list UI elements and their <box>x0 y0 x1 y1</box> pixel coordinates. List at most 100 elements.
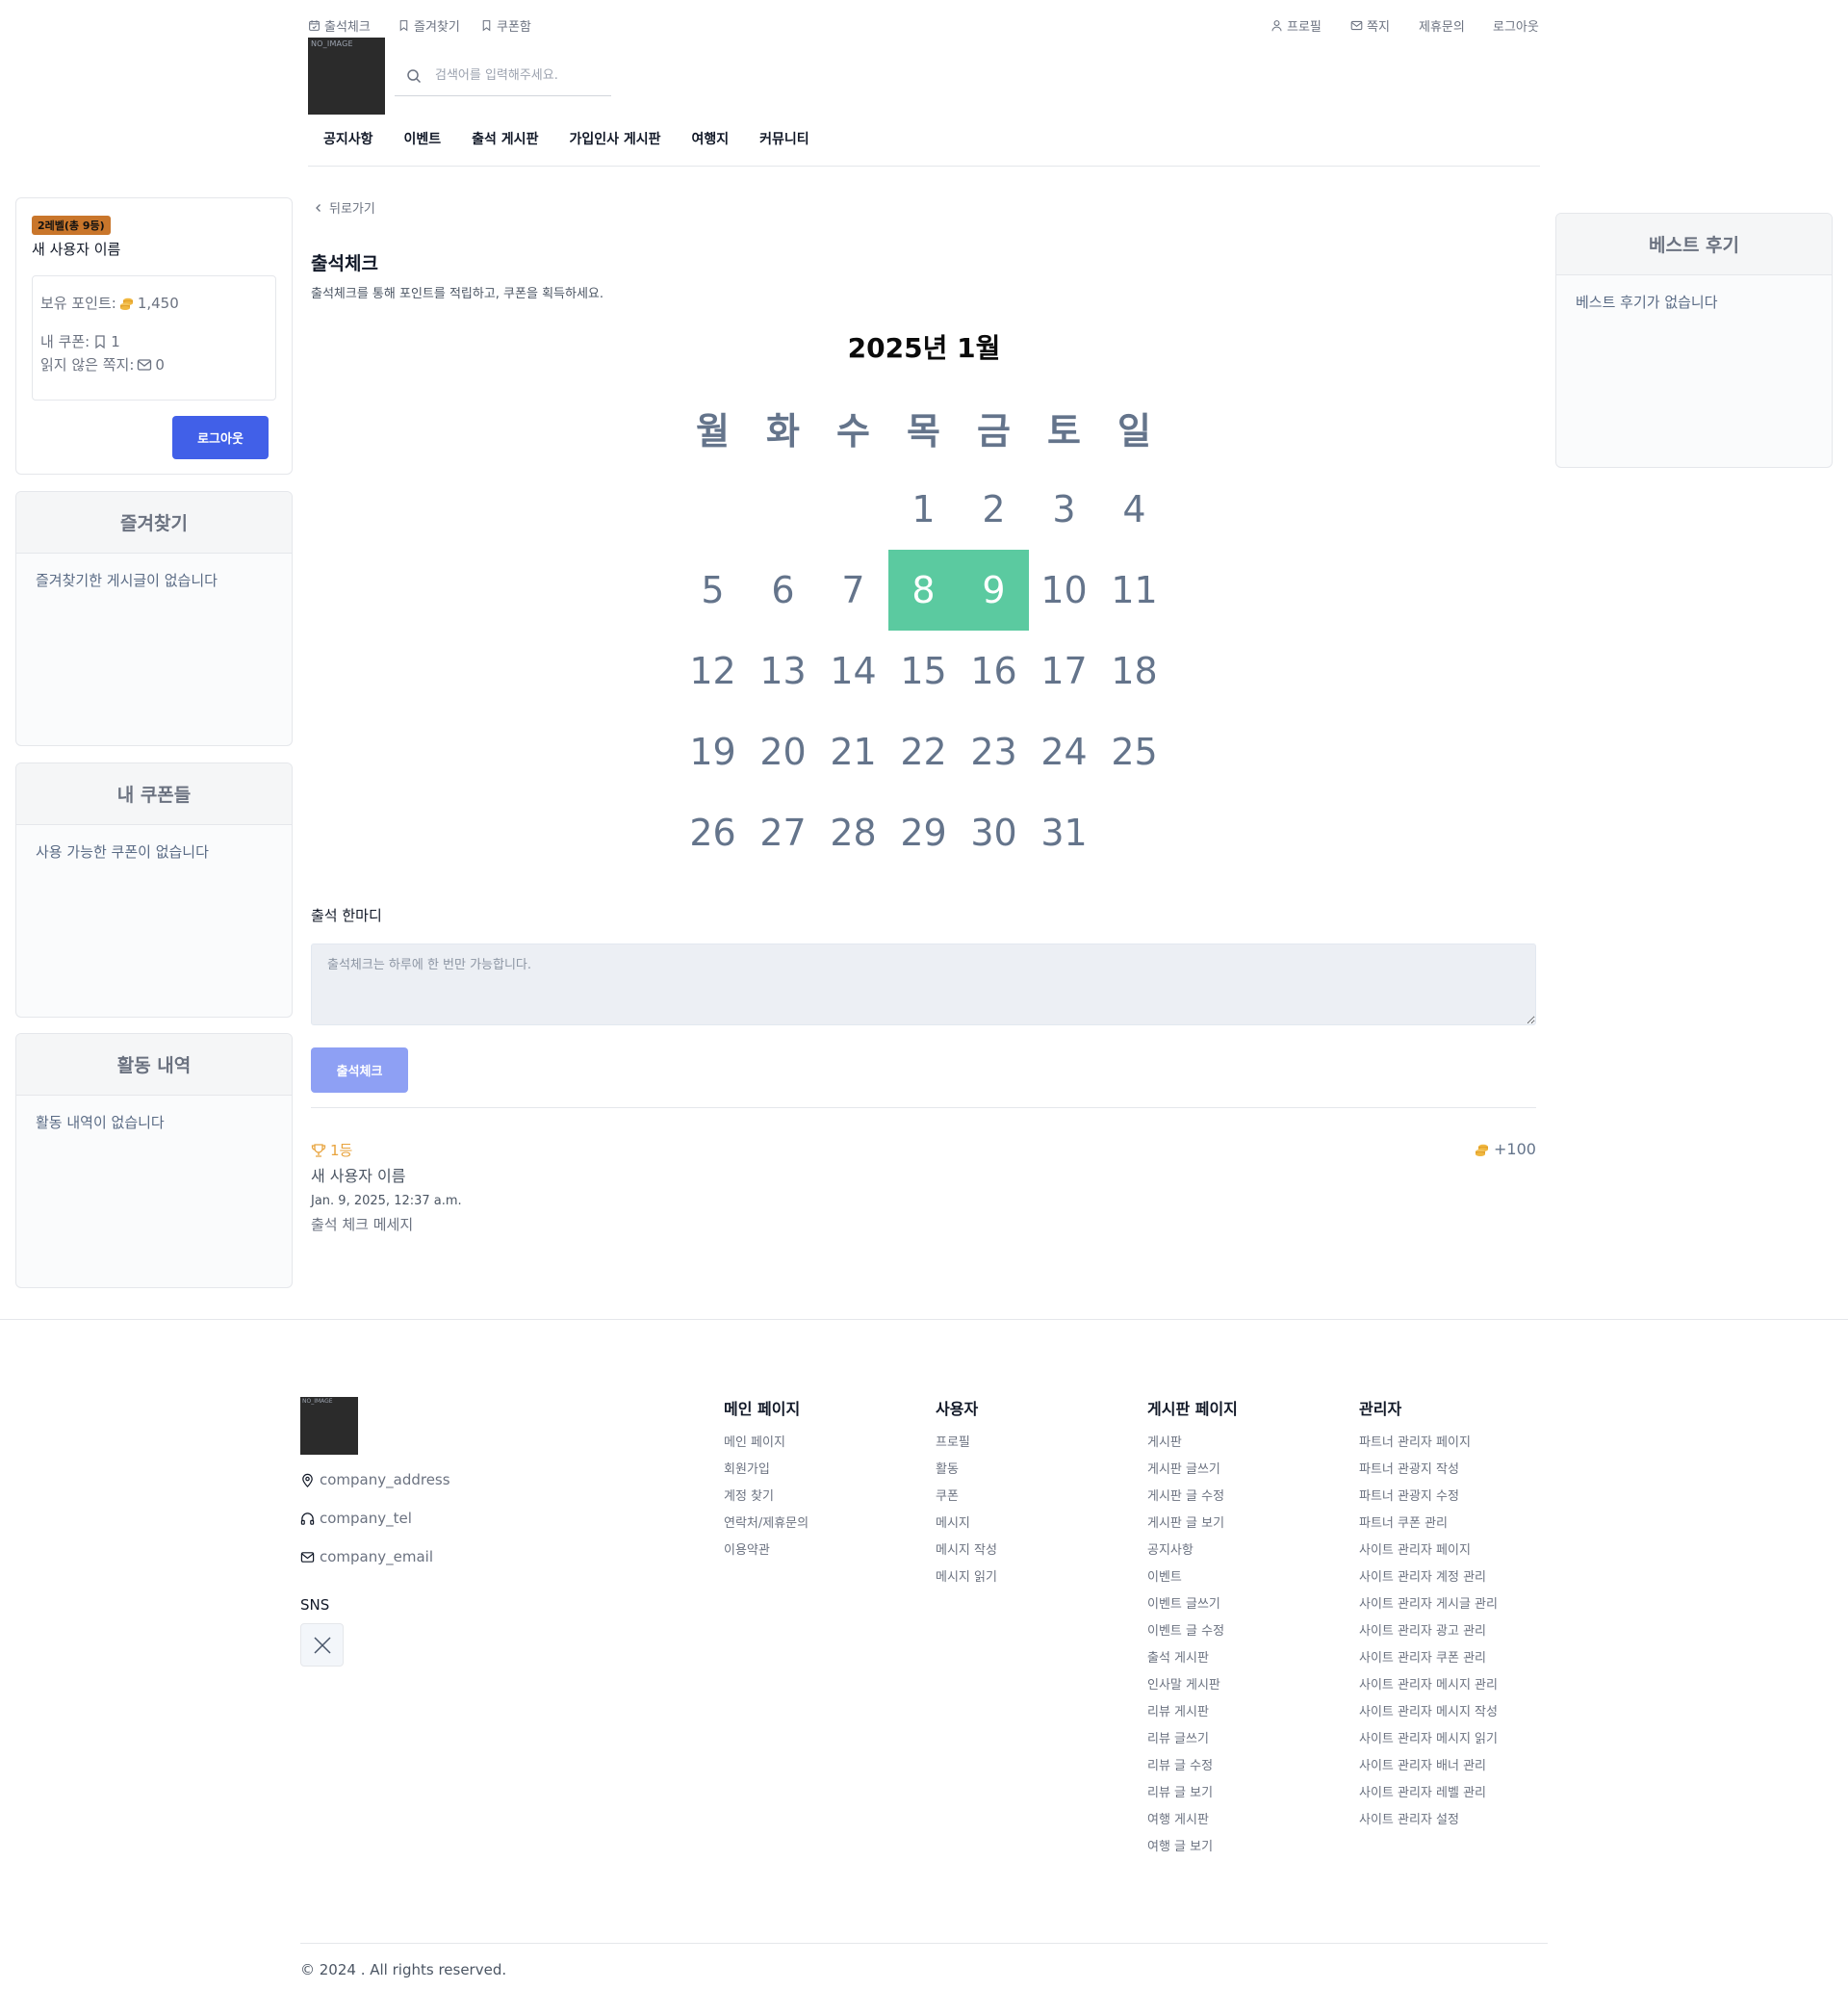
search-bar <box>395 56 611 96</box>
calendar-day: 2 <box>982 488 1006 530</box>
nav-item-attendance-board[interactable]: 출석 게시판 <box>472 129 538 148</box>
footer-link[interactable]: 게시판 <box>1147 1434 1238 1461</box>
top-link-profile[interactable]: 프로필 <box>1270 16 1322 35</box>
top-link-logout[interactable]: 로그아웃 <box>1493 16 1539 35</box>
footer-link[interactable]: 메인 페이지 <box>724 1434 808 1461</box>
profile-name: 새 사용자 이름 <box>32 241 121 258</box>
footer-link[interactable]: 리뷰 글쓰기 <box>1147 1731 1238 1758</box>
footer-link[interactable]: 게시판 글 수정 <box>1147 1488 1238 1515</box>
calendar-day: 29 <box>900 812 947 854</box>
nav-item-community[interactable]: 커뮤니티 <box>759 129 809 148</box>
top-link-favorites[interactable]: 즐겨찾기 <box>398 16 460 35</box>
footer-link[interactable]: 리뷰 게시판 <box>1147 1704 1238 1731</box>
headphones-icon <box>300 1512 315 1525</box>
footer-link[interactable]: 파트너 관광지 작성 <box>1359 1461 1498 1488</box>
coupons-label: 내 쿠폰: <box>40 333 90 350</box>
footer-link[interactable]: 이벤트 글 수정 <box>1147 1623 1238 1650</box>
coupons-panel: 내 쿠폰들 사용 가능한 쿠폰이 없습니다 <box>15 762 293 1018</box>
footer-link[interactable]: 사이트 관리자 광고 관리 <box>1359 1623 1498 1650</box>
footer-link[interactable]: 여행 게시판 <box>1147 1812 1238 1839</box>
footer-link[interactable]: 쿠폰 <box>936 1488 997 1515</box>
footer-link[interactable]: 사이트 관리자 설정 <box>1359 1812 1498 1839</box>
attendance-check-button[interactable]: 출석체크 <box>311 1047 408 1093</box>
map-pin-icon <box>302 1473 313 1487</box>
footer-link[interactable]: 리뷰 글 수정 <box>1147 1758 1238 1785</box>
points-label: 보유 포인트: <box>40 295 116 312</box>
footer-link[interactable]: 이벤트 글쓰기 <box>1147 1596 1238 1623</box>
footer-link[interactable]: 사이트 관리자 페이지 <box>1359 1542 1498 1569</box>
footer-link[interactable]: 사이트 관리자 레벨 관리 <box>1359 1785 1498 1812</box>
footer-link[interactable]: 파트너 쿠폰 관리 <box>1359 1515 1498 1542</box>
calendar-day: 3 <box>1052 488 1076 530</box>
top-link-attendance[interactable]: 출석체크 <box>308 16 371 35</box>
footer-link[interactable]: 메시지 <box>936 1515 997 1542</box>
coupons-row: 내 쿠폰: 1 <box>40 331 120 351</box>
footer-link[interactable]: 사이트 관리자 메시지 작성 <box>1359 1704 1498 1731</box>
footer-link[interactable]: 사이트 관리자 쿠폰 관리 <box>1359 1650 1498 1677</box>
calendar-day: 23 <box>970 731 1017 773</box>
footer-col-board: 게시판 페이지 게시판 게시판 글쓰기 게시판 글 수정 게시판 글 보기 공지사항 이벤… <box>1147 1396 1238 1866</box>
footer-col-title: 메인 페이지 <box>724 1400 801 1418</box>
top-link-coupons[interactable]: 쿠폰함 <box>480 16 531 35</box>
footer-link[interactable]: 공지사항 <box>1147 1542 1238 1569</box>
footer-link[interactable]: 계정 찾기 <box>724 1488 808 1515</box>
coupons-title: 내 쿠폰들 <box>16 763 292 825</box>
footer-link[interactable]: 회원가입 <box>724 1461 808 1488</box>
footer-link[interactable]: 프로필 <box>936 1434 997 1461</box>
level-badge: 2레벨(총 9등) <box>32 216 111 235</box>
x-social-button[interactable] <box>300 1623 344 1667</box>
footer-link[interactable]: 파트너 관리자 페이지 <box>1359 1434 1498 1461</box>
footer-link[interactable]: 활동 <box>936 1461 997 1488</box>
calendar-day: 1 <box>911 488 936 530</box>
calendar-day: 6 <box>771 569 795 611</box>
site-logo[interactable]: NO_IMAGE <box>308 38 385 115</box>
calendar-day: 17 <box>1040 650 1088 692</box>
footer-link[interactable]: 연락처/제휴문의 <box>724 1515 808 1542</box>
footer-link[interactable]: 출석 게시판 <box>1147 1650 1238 1677</box>
nav-item-greeting-board[interactable]: 가입인사 게시판 <box>569 129 660 148</box>
calendar-day: 4 <box>1122 488 1146 530</box>
footer-col-user: 사용자 프로필 활동 쿠폰 메시지 메시지 작성 메시지 읽기 <box>936 1396 997 1596</box>
calendar-day: 30 <box>970 812 1017 854</box>
bookmark-icon <box>95 334 105 349</box>
footer-link[interactable]: 메시지 읽기 <box>936 1569 997 1596</box>
logout-button[interactable]: 로그아웃 <box>172 416 269 459</box>
footer-link[interactable]: 여행 글 보기 <box>1147 1839 1238 1866</box>
entry-rank-label: 1등 <box>330 1142 353 1159</box>
calendar-day: 7 <box>841 569 865 611</box>
points-value: 1,450 <box>137 294 179 312</box>
footer-logo[interactable]: NO_IMAGE <box>300 1397 358 1455</box>
coins-icon <box>119 297 133 310</box>
top-link-label: 쿠폰함 <box>497 20 531 35</box>
comment-textarea[interactable] <box>311 943 1536 1025</box>
footer-logo-text: NO_IMAGE <box>302 1398 333 1405</box>
nav-item-travel[interactable]: 여행지 <box>692 129 730 148</box>
top-link-messages[interactable]: 쪽지 <box>1350 16 1390 35</box>
back-link[interactable]: 뒤로가기 <box>314 198 375 217</box>
footer-link[interactable]: 사이트 관리자 게시글 관리 <box>1359 1596 1498 1623</box>
footer-link[interactable]: 사이트 관리자 계정 관리 <box>1359 1569 1498 1596</box>
footer-link[interactable]: 파트너 관광지 수정 <box>1359 1488 1498 1515</box>
search-input[interactable] <box>435 68 599 83</box>
header-divider <box>308 166 1540 167</box>
footer-link[interactable]: 이벤트 <box>1147 1569 1238 1596</box>
footer-tel: company_tel <box>300 1510 412 1527</box>
footer-link[interactable]: 사이트 관리자 메시지 읽기 <box>1359 1731 1498 1758</box>
footer-link[interactable]: 인사말 게시판 <box>1147 1677 1238 1704</box>
page-subtitle: 출석체크를 통해 포인트를 적립하고, 쿠폰을 획득하세요. <box>311 287 604 301</box>
x-logo-icon <box>313 1636 331 1654</box>
footer-link[interactable]: 이용약관 <box>724 1542 808 1569</box>
footer-link[interactable]: 메시지 작성 <box>936 1542 997 1569</box>
footer-link[interactable]: 사이트 관리자 배너 관리 <box>1359 1758 1498 1785</box>
footer-link[interactable]: 게시판 글쓰기 <box>1147 1461 1238 1488</box>
footer-link[interactable]: 리뷰 글 보기 <box>1147 1785 1238 1812</box>
calendar-day-checked: 8 <box>888 550 959 631</box>
search-icon[interactable] <box>406 68 422 84</box>
nav-item-notice[interactable]: 공지사항 <box>323 129 373 148</box>
footer-link[interactable]: 사이트 관리자 메시지 관리 <box>1359 1677 1498 1704</box>
footer-link[interactable]: 게시판 글 보기 <box>1147 1515 1238 1542</box>
calendar-weekday: 일 <box>1117 409 1151 452</box>
activity-title: 활동 내역 <box>16 1034 292 1096</box>
nav-item-event[interactable]: 이벤트 <box>404 129 442 148</box>
top-link-partnership[interactable]: 제휴문의 <box>1419 16 1465 35</box>
